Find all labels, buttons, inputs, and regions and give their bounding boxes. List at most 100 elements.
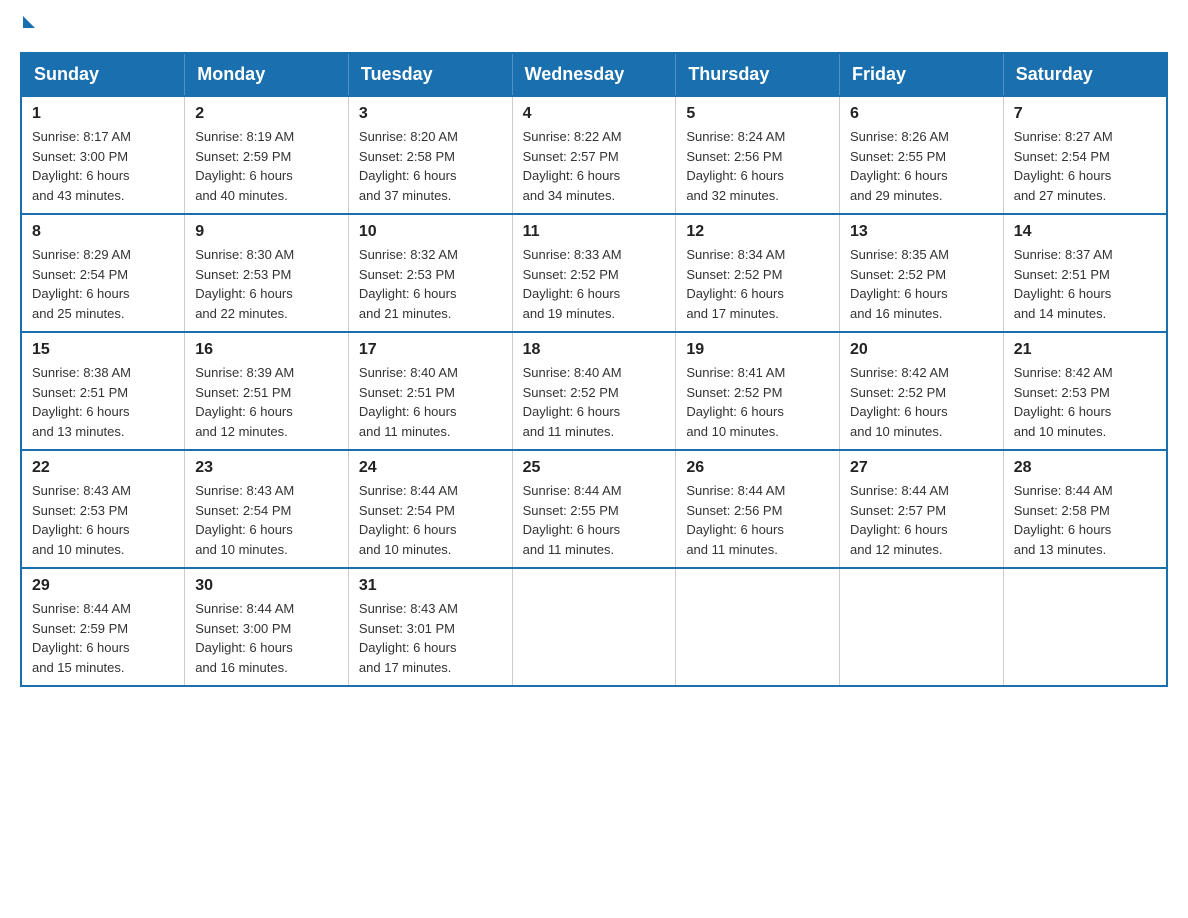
weekday-header-friday: Friday [840,53,1004,96]
day-info: Sunrise: 8:22 AM Sunset: 2:57 PM Dayligh… [523,127,666,205]
day-number: 29 [32,577,174,595]
calendar-week-row: 15 Sunrise: 8:38 AM Sunset: 2:51 PM Dayli… [21,332,1167,450]
calendar-week-row: 22 Sunrise: 8:43 AM Sunset: 2:53 PM Dayli… [21,450,1167,568]
weekday-header-tuesday: Tuesday [348,53,512,96]
calendar-cell: 18Sunrise: 8:40 AM Sunset: 2:52 PM Dayli… [512,332,676,450]
calendar-cell: 10 Sunrise: 8:32 AM Sunset: 2:53 PM Dayli… [348,214,512,332]
calendar-cell: 15 Sunrise: 8:38 AM Sunset: 2:51 PM Dayli… [21,332,185,450]
calendar-cell [840,568,1004,686]
calendar-cell: 11 Sunrise: 8:33 AM Sunset: 2:52 PM Dayli… [512,214,676,332]
day-number: 5 [686,105,829,123]
weekday-header-sunday: Sunday [21,53,185,96]
calendar-cell: 3 Sunrise: 8:20 AM Sunset: 2:58 PM Daylig… [348,96,512,214]
calendar-cell: 9Sunrise: 8:30 AM Sunset: 2:53 PM Daylig… [185,214,349,332]
day-number: 20 [850,341,993,359]
calendar-cell: 5 Sunrise: 8:24 AM Sunset: 2:56 PM Daylig… [676,96,840,214]
day-number: 9 [195,223,338,241]
day-number: 2 [195,105,338,123]
day-info: Sunrise: 8:33 AM Sunset: 2:52 PM Dayligh… [523,245,666,323]
day-number: 30 [195,577,338,595]
calendar-cell: 20 Sunrise: 8:42 AM Sunset: 2:52 PM Dayli… [840,332,1004,450]
calendar-cell: 6Sunrise: 8:26 AM Sunset: 2:55 PM Daylig… [840,96,1004,214]
day-number: 10 [359,223,502,241]
day-info: Sunrise: 8:44 AM Sunset: 2:58 PM Dayligh… [1014,481,1156,559]
calendar-cell: 17 Sunrise: 8:40 AM Sunset: 2:51 PM Dayli… [348,332,512,450]
calendar-cell: 14 Sunrise: 8:37 AM Sunset: 2:51 PM Dayli… [1003,214,1167,332]
weekday-header-saturday: Saturday [1003,53,1167,96]
calendar-cell: 27 Sunrise: 8:44 AM Sunset: 2:57 PM Dayli… [840,450,1004,568]
day-info: Sunrise: 8:42 AM Sunset: 2:52 PM Dayligh… [850,363,993,441]
calendar-header-row: SundayMondayTuesdayWednesdayThursdayFrid… [21,53,1167,96]
day-info: Sunrise: 8:43 AM Sunset: 2:53 PM Dayligh… [32,481,174,559]
day-info: Sunrise: 8:29 AM Sunset: 2:54 PM Dayligh… [32,245,174,323]
calendar-cell: 13 Sunrise: 8:35 AM Sunset: 2:52 PM Dayli… [840,214,1004,332]
day-info: Sunrise: 8:32 AM Sunset: 2:53 PM Dayligh… [359,245,502,323]
logo [20,20,35,32]
day-number: 11 [523,223,666,241]
calendar-cell: 7 Sunrise: 8:27 AM Sunset: 2:54 PM Daylig… [1003,96,1167,214]
day-info: Sunrise: 8:35 AM Sunset: 2:52 PM Dayligh… [850,245,993,323]
calendar-cell [512,568,676,686]
logo-arrow-icon [23,16,35,28]
calendar-cell [676,568,840,686]
calendar-cell: 21 Sunrise: 8:42 AM Sunset: 2:53 PM Dayli… [1003,332,1167,450]
calendar-cell: 16Sunrise: 8:39 AM Sunset: 2:51 PM Dayli… [185,332,349,450]
calendar-cell: 2 Sunrise: 8:19 AM Sunset: 2:59 PM Daylig… [185,96,349,214]
calendar-week-row: 8 Sunrise: 8:29 AM Sunset: 2:54 PM Daylig… [21,214,1167,332]
day-number: 7 [1014,105,1156,123]
day-number: 26 [686,459,829,477]
day-info: Sunrise: 8:44 AM Sunset: 3:00 PM Dayligh… [195,599,338,677]
day-info: Sunrise: 8:42 AM Sunset: 2:53 PM Dayligh… [1014,363,1156,441]
calendar-table: SundayMondayTuesdayWednesdayThursdayFrid… [20,52,1168,687]
day-info: Sunrise: 8:26 AM Sunset: 2:55 PM Dayligh… [850,127,993,205]
day-number: 21 [1014,341,1156,359]
day-info: Sunrise: 8:20 AM Sunset: 2:58 PM Dayligh… [359,127,502,205]
calendar-cell: 8 Sunrise: 8:29 AM Sunset: 2:54 PM Daylig… [21,214,185,332]
calendar-cell [1003,568,1167,686]
calendar-cell: 12 Sunrise: 8:34 AM Sunset: 2:52 PM Dayli… [676,214,840,332]
day-number: 18 [523,341,666,359]
calendar-cell: 22 Sunrise: 8:43 AM Sunset: 2:53 PM Dayli… [21,450,185,568]
day-number: 28 [1014,459,1156,477]
weekday-header-thursday: Thursday [676,53,840,96]
day-info: Sunrise: 8:43 AM Sunset: 2:54 PM Dayligh… [195,481,338,559]
day-info: Sunrise: 8:37 AM Sunset: 2:51 PM Dayligh… [1014,245,1156,323]
day-number: 16 [195,341,338,359]
day-info: Sunrise: 8:41 AM Sunset: 2:52 PM Dayligh… [686,363,829,441]
day-info: Sunrise: 8:44 AM Sunset: 2:56 PM Dayligh… [686,481,829,559]
day-number: 19 [686,341,829,359]
day-info: Sunrise: 8:24 AM Sunset: 2:56 PM Dayligh… [686,127,829,205]
day-number: 12 [686,223,829,241]
calendar-cell: 28 Sunrise: 8:44 AM Sunset: 2:58 PM Dayli… [1003,450,1167,568]
calendar-cell: 31Sunrise: 8:43 AM Sunset: 3:01 PM Dayli… [348,568,512,686]
day-info: Sunrise: 8:34 AM Sunset: 2:52 PM Dayligh… [686,245,829,323]
calendar-cell: 24Sunrise: 8:44 AM Sunset: 2:54 PM Dayli… [348,450,512,568]
day-info: Sunrise: 8:38 AM Sunset: 2:51 PM Dayligh… [32,363,174,441]
day-info: Sunrise: 8:43 AM Sunset: 3:01 PM Dayligh… [359,599,502,677]
day-number: 14 [1014,223,1156,241]
day-info: Sunrise: 8:27 AM Sunset: 2:54 PM Dayligh… [1014,127,1156,205]
day-info: Sunrise: 8:44 AM Sunset: 2:57 PM Dayligh… [850,481,993,559]
day-info: Sunrise: 8:44 AM Sunset: 2:55 PM Dayligh… [523,481,666,559]
day-info: Sunrise: 8:40 AM Sunset: 2:51 PM Dayligh… [359,363,502,441]
calendar-cell: 30 Sunrise: 8:44 AM Sunset: 3:00 PM Dayli… [185,568,349,686]
day-number: 3 [359,105,502,123]
day-info: Sunrise: 8:44 AM Sunset: 2:59 PM Dayligh… [32,599,174,677]
calendar-cell: 4 Sunrise: 8:22 AM Sunset: 2:57 PM Daylig… [512,96,676,214]
day-number: 27 [850,459,993,477]
day-number: 23 [195,459,338,477]
day-number: 15 [32,341,174,359]
day-number: 17 [359,341,502,359]
day-number: 4 [523,105,666,123]
calendar-cell: 26 Sunrise: 8:44 AM Sunset: 2:56 PM Dayli… [676,450,840,568]
calendar-cell: 25Sunrise: 8:44 AM Sunset: 2:55 PM Dayli… [512,450,676,568]
day-info: Sunrise: 8:44 AM Sunset: 2:54 PM Dayligh… [359,481,502,559]
day-number: 8 [32,223,174,241]
calendar-week-row: 1Sunrise: 8:17 AM Sunset: 3:00 PM Daylig… [21,96,1167,214]
weekday-header-monday: Monday [185,53,349,96]
day-info: Sunrise: 8:19 AM Sunset: 2:59 PM Dayligh… [195,127,338,205]
day-number: 22 [32,459,174,477]
calendar-cell: 23 Sunrise: 8:43 AM Sunset: 2:54 PM Dayli… [185,450,349,568]
weekday-header-wednesday: Wednesday [512,53,676,96]
day-number: 13 [850,223,993,241]
